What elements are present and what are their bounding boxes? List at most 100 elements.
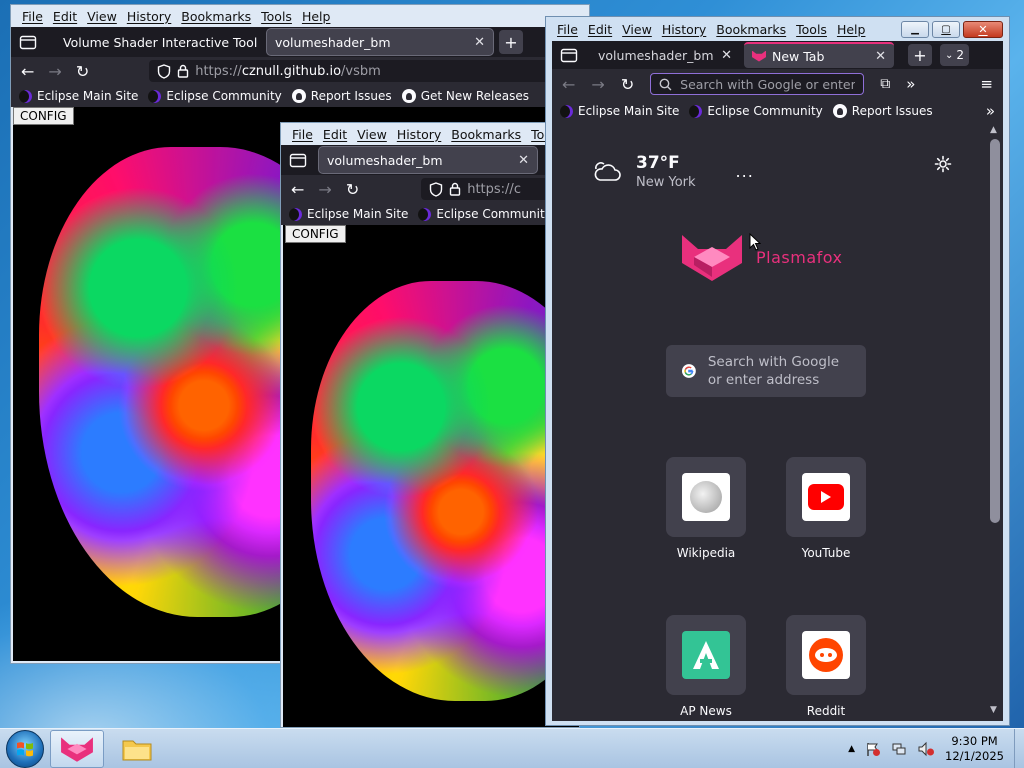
bookmarks-toolbar: Eclipse Main Site Eclipse Community bbox=[281, 203, 579, 225]
menu-view[interactable]: View bbox=[82, 9, 122, 24]
menu-bookmarks[interactable]: Bookmarks bbox=[176, 9, 256, 24]
bookmark-report-issues[interactable]: Report Issues bbox=[291, 89, 392, 103]
bookmark-eclipse-community[interactable]: Eclipse Community bbox=[418, 207, 552, 221]
taskbar-file-explorer[interactable] bbox=[110, 730, 164, 768]
browser-window-new-tab[interactable]: File Edit View History Bookmarks Tools H… bbox=[545, 16, 1010, 726]
shield-icon[interactable] bbox=[429, 181, 443, 197]
reload-icon[interactable]: ↻ bbox=[76, 62, 89, 81]
volume-muted-icon[interactable] bbox=[917, 741, 935, 757]
forward-arrow-icon[interactable]: → bbox=[591, 75, 604, 94]
google-search-box[interactable]: Search with Google or enter address bbox=[666, 345, 866, 397]
menu-help[interactable]: Help bbox=[297, 9, 336, 24]
shortcut-youtube[interactable]: YouTube bbox=[786, 457, 866, 560]
new-tab-button[interactable]: + bbox=[499, 30, 523, 54]
network-icon[interactable] bbox=[891, 741, 907, 757]
bookmark-eclipse-main[interactable]: Eclipse Main Site bbox=[289, 207, 408, 221]
maximize-button[interactable]: ▢ bbox=[932, 20, 960, 38]
extensions-icon[interactable]: ⧉ bbox=[880, 76, 890, 92]
menu-tools[interactable]: Tools bbox=[256, 9, 297, 24]
page-scrollbar[interactable]: ▲ ▼ bbox=[987, 123, 1003, 721]
reddit-icon bbox=[802, 631, 850, 679]
menu-file[interactable]: File bbox=[287, 127, 318, 142]
eclipse-icon bbox=[560, 104, 573, 118]
fractal-render bbox=[311, 281, 579, 701]
shortcut-wikipedia[interactable]: Wikipedia bbox=[666, 457, 746, 560]
back-arrow-icon[interactable]: ← bbox=[291, 180, 304, 199]
forward-arrow-icon[interactable]: → bbox=[318, 180, 331, 199]
tab-volumeshader-bm[interactable]: volumeshader_bm ✕ bbox=[590, 42, 740, 68]
bookmark-eclipse-community[interactable]: Eclipse Community bbox=[148, 89, 282, 103]
menu-bookmarks[interactable]: Bookmarks bbox=[446, 127, 526, 142]
shortcut-reddit[interactable]: Reddit bbox=[786, 615, 866, 718]
tab-volumeshader-bm[interactable]: volumeshader_bm ✕ bbox=[319, 147, 537, 173]
show-hidden-icons-chevron-icon[interactable]: ▲ bbox=[848, 744, 855, 754]
bookmarks-overflow-chevron-icon[interactable]: » bbox=[986, 102, 995, 120]
show-desktop-button[interactable] bbox=[1014, 728, 1024, 768]
app-menu-icon[interactable]: ≡ bbox=[980, 75, 993, 93]
tab-overview-icon[interactable] bbox=[11, 34, 45, 50]
tab-overview-icon[interactable] bbox=[552, 47, 586, 63]
shield-icon[interactable] bbox=[157, 63, 171, 79]
close-tab-icon[interactable]: ✕ bbox=[875, 49, 886, 64]
page-content-shader[interactable]: CONFIG bbox=[283, 225, 579, 727]
shortcut-label: Wikipedia bbox=[676, 546, 736, 560]
menu-edit[interactable]: Edit bbox=[318, 127, 352, 142]
lock-icon[interactable] bbox=[449, 182, 461, 196]
menu-file[interactable]: File bbox=[552, 22, 583, 37]
shortcut-tile bbox=[786, 457, 866, 537]
menu-edit[interactable]: Edit bbox=[48, 9, 82, 24]
window-controls: ▁ ▢ ✕ bbox=[896, 20, 1009, 38]
config-button[interactable]: CONFIG bbox=[13, 107, 74, 125]
menu-tools[interactable]: Tools bbox=[791, 22, 832, 37]
bookmark-eclipse-main[interactable]: Eclipse Main Site bbox=[560, 104, 679, 118]
menu-view[interactable]: View bbox=[617, 22, 657, 37]
action-center-flag-icon[interactable] bbox=[865, 741, 881, 757]
tab-list-button[interactable]: ⌄ 2 bbox=[940, 44, 970, 66]
lock-icon[interactable] bbox=[177, 64, 189, 78]
shortcut-ap-news[interactable]: AP News bbox=[666, 615, 746, 718]
menu-file[interactable]: File bbox=[17, 9, 48, 24]
menu-bookmarks[interactable]: Bookmarks bbox=[711, 22, 791, 37]
system-clock[interactable]: 9:30 PM 12/1/2025 bbox=[945, 734, 1004, 764]
minimize-button[interactable]: ▁ bbox=[901, 20, 929, 38]
more-tools-chevron-icon[interactable]: » bbox=[906, 75, 915, 93]
tab-volumeshader-bm[interactable]: volumeshader_bm ✕ bbox=[267, 29, 493, 55]
menu-history[interactable]: History bbox=[122, 9, 176, 24]
url-bar[interactable]: Search with Google or enter bbox=[650, 73, 865, 95]
reload-icon[interactable]: ↻ bbox=[621, 75, 634, 94]
menu-view[interactable]: View bbox=[352, 127, 392, 142]
url-bar[interactable]: https://cznull.github.io/vsbm bbox=[149, 60, 550, 82]
tab-overview-icon[interactable] bbox=[281, 152, 315, 168]
menu-edit[interactable]: Edit bbox=[583, 22, 617, 37]
scrollbar-thumb[interactable] bbox=[990, 139, 1000, 523]
bookmark-eclipse-main[interactable]: Eclipse Main Site bbox=[19, 89, 138, 103]
menu-history[interactable]: History bbox=[657, 22, 711, 37]
system-tray: ▲ 9:30 PM 12/1/2025 bbox=[848, 728, 1024, 768]
close-tab-icon[interactable]: ✕ bbox=[721, 48, 732, 63]
bookmark-eclipse-community[interactable]: Eclipse Community bbox=[689, 104, 823, 118]
bookmark-report-issues[interactable]: Report Issues bbox=[832, 104, 933, 118]
tab-volume-shader[interactable]: Volume Shader Interactive Tool ✕ bbox=[49, 29, 263, 55]
new-tab-button[interactable]: + bbox=[908, 44, 932, 66]
reload-icon[interactable]: ↻ bbox=[346, 180, 359, 199]
weather-more-button[interactable]: ... bbox=[736, 162, 754, 181]
close-window-button[interactable]: ✕ bbox=[963, 20, 1003, 38]
scroll-down-icon[interactable]: ▼ bbox=[990, 705, 997, 715]
back-arrow-icon[interactable]: ← bbox=[562, 75, 575, 94]
gear-icon[interactable] bbox=[934, 155, 952, 173]
wikipedia-icon bbox=[682, 473, 730, 521]
taskbar-plasmafox[interactable] bbox=[50, 729, 104, 768]
menu-help[interactable]: Help bbox=[832, 22, 871, 37]
menu-history[interactable]: History bbox=[392, 127, 446, 142]
tab-new-tab[interactable]: New Tab ✕ bbox=[744, 42, 894, 68]
start-button[interactable] bbox=[6, 729, 44, 768]
browser-window-volumeshader-bm[interactable]: File Edit View History Bookmarks Tools v… bbox=[280, 122, 580, 728]
forward-arrow-icon[interactable]: → bbox=[48, 62, 61, 81]
back-arrow-icon[interactable]: ← bbox=[21, 62, 34, 81]
weather-widget[interactable]: 37°F New York ... bbox=[592, 153, 754, 190]
close-tab-icon[interactable]: ✕ bbox=[518, 153, 529, 168]
config-button[interactable]: CONFIG bbox=[285, 225, 346, 243]
close-tab-icon[interactable]: ✕ bbox=[474, 35, 485, 50]
bookmark-get-new-releases[interactable]: Get New Releases bbox=[401, 89, 529, 103]
scroll-up-icon[interactable]: ▲ bbox=[990, 125, 997, 135]
